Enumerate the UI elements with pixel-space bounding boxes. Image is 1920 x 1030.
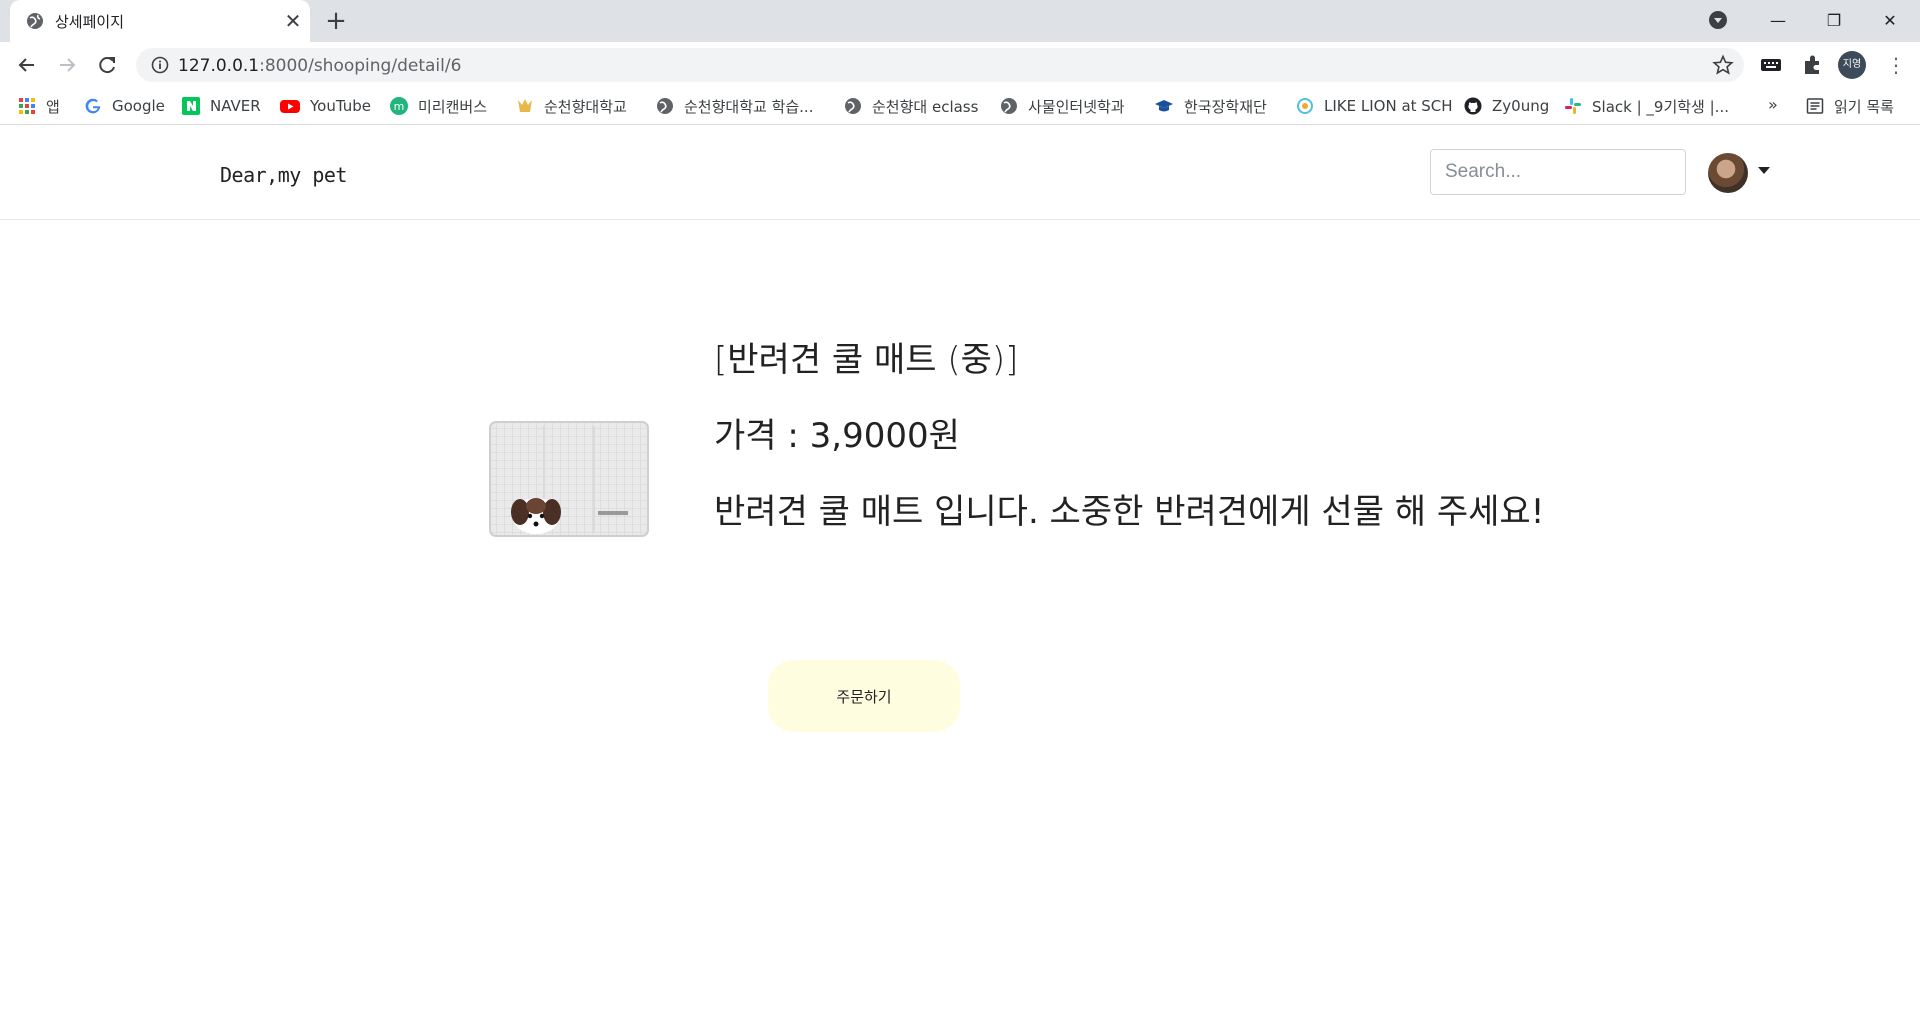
globe-icon	[27, 13, 43, 29]
apps-grid-icon	[19, 98, 35, 114]
back-arrow-icon[interactable]	[12, 50, 42, 80]
product-image	[489, 421, 649, 537]
bookmark-naver[interactable]: NAVER	[182, 94, 261, 118]
slack-icon	[1565, 98, 1581, 114]
bookmark-sch-learning[interactable]: 순천향대학교 학습...	[656, 94, 813, 118]
bookmark-youtube[interactable]: YouTube	[280, 94, 371, 118]
browser-tab[interactable]: 상세페이지 ✕	[10, 0, 310, 42]
extensions-puzzle-icon[interactable]	[1800, 52, 1826, 78]
bookmark-label: 순천향대 eclass	[872, 97, 979, 116]
bookmark-apps[interactable]: 앱	[18, 94, 60, 118]
bookmark-star-icon[interactable]	[1712, 54, 1734, 76]
close-tab-icon[interactable]: ✕	[282, 10, 304, 32]
forward-arrow-icon[interactable]	[52, 50, 82, 80]
bookmark-github[interactable]: Zy0ung	[1464, 94, 1549, 118]
bookmark-likelion[interactable]: LIKE LION at SCH	[1296, 94, 1453, 118]
naver-icon	[182, 97, 200, 115]
brand-link[interactable]: Dear,my pet	[220, 163, 347, 187]
svg-text:m: m	[394, 100, 405, 113]
product-description: 반려견 쿨 매트 입니다. 소중한 반려견에게 선물 해 주세요!	[714, 492, 1545, 532]
bookmark-label: Google	[112, 97, 165, 115]
new-tab-button[interactable]: +	[322, 8, 350, 36]
url-text: 127.0.0.1:8000/shooping/detail/6	[178, 56, 461, 76]
url-path: :8000/shooping/detail/6	[259, 56, 462, 76]
globe-icon	[845, 98, 861, 114]
profile-avatar-button[interactable]: 지영	[1838, 51, 1866, 79]
reading-list-label: 읽기 목록	[1834, 97, 1894, 116]
youtube-icon	[280, 100, 300, 113]
more-bookmarks-button[interactable]: »	[1768, 95, 1778, 114]
minimize-window-button[interactable]: —	[1763, 6, 1793, 36]
address-bar[interactable]: 127.0.0.1:8000/shooping/detail/6	[136, 48, 1744, 82]
google-icon	[85, 98, 101, 114]
browser-tab-bar: 상세페이지 ✕ + — ❐ ✕	[0, 0, 1920, 42]
bookmark-label: NAVER	[210, 97, 261, 115]
keyboard-extension-icon[interactable]	[1758, 52, 1784, 78]
bookmark-label: 순천향대학교 학습...	[684, 97, 814, 116]
restore-window-button[interactable]: ❐	[1819, 6, 1849, 36]
miricanvas-icon: m	[390, 97, 408, 115]
bookmark-label: LIKE LION at SCH	[1324, 97, 1453, 115]
bookmark-google[interactable]: Google	[84, 94, 165, 118]
bookmark-label: 미리캔버스	[418, 97, 488, 116]
reading-list-button[interactable]: 읽기 목록	[1806, 94, 1894, 118]
browser-toolbar: 127.0.0.1:8000/shooping/detail/6 지영 ⋮	[0, 42, 1920, 88]
github-icon	[1464, 97, 1482, 115]
bookmark-miricanvas[interactable]: m 미리캔버스	[390, 94, 487, 118]
order-button[interactable]: 주문하기	[768, 660, 960, 732]
likelion-icon	[1297, 98, 1313, 114]
bookmark-label: Slack | _9기학생 |...	[1592, 97, 1729, 116]
bookmark-label: YouTube	[310, 97, 371, 115]
close-window-button[interactable]: ✕	[1875, 6, 1905, 36]
site-info-icon[interactable]	[150, 55, 170, 75]
bookmark-label: 사물인터넷학과	[1028, 97, 1125, 116]
bookmarks-bar: 앱 Google NAVER YouTube m 미리캔버스 순천향대학교 순천…	[0, 88, 1920, 125]
bookmark-label: 순천향대학교	[544, 97, 627, 116]
bookmark-label: 한국장학재단	[1184, 97, 1267, 116]
bookmark-slack[interactable]: Slack | _9기학생 |...	[1564, 94, 1729, 118]
product-price: 가격 : 3,9000원	[714, 416, 960, 456]
graduation-cap-icon	[1155, 100, 1173, 112]
tab-search-icon[interactable]	[1706, 8, 1730, 32]
reload-icon[interactable]	[92, 50, 122, 80]
bookmark-iot-dept[interactable]: 사물인터넷학과	[1000, 94, 1125, 118]
globe-icon	[657, 98, 673, 114]
user-menu-caret-icon[interactable]	[1758, 167, 1770, 174]
bookmark-sch[interactable]: 순천향대학교	[516, 94, 627, 118]
bookmark-eclass[interactable]: 순천향대 eclass	[844, 94, 978, 118]
site-navbar: Dear,my pet	[0, 125, 1920, 220]
globe-icon	[1001, 98, 1017, 114]
product-name: [반려견 쿨 매트 (중)]	[714, 340, 1019, 380]
bookmark-label: Zy0ung	[1492, 97, 1550, 115]
university-icon	[518, 99, 532, 112]
user-avatar[interactable]	[1708, 153, 1748, 193]
url-host: 127.0.0.1	[178, 56, 260, 76]
bookmark-label: 앱	[46, 97, 60, 116]
browser-menu-icon[interactable]: ⋮	[1886, 52, 1906, 78]
bookmark-kosaf[interactable]: 한국장학재단	[1154, 94, 1267, 118]
search-input[interactable]	[1430, 149, 1686, 195]
reading-list-icon	[1806, 98, 1824, 114]
tab-title: 상세페이지	[55, 13, 125, 31]
